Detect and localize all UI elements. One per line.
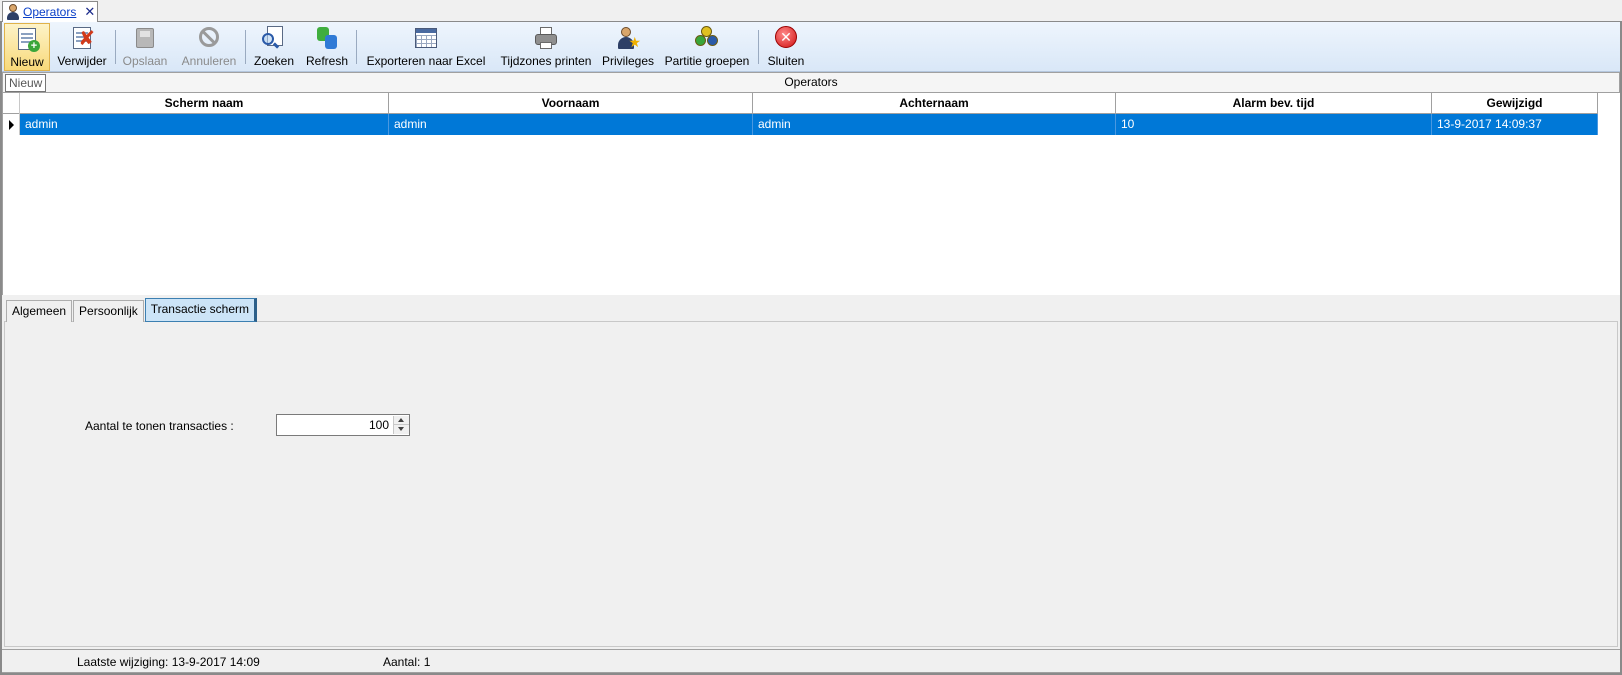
transaction-count-label: Aantal te tonen transacties : xyxy=(85,419,234,433)
document-tab-label[interactable]: Operators xyxy=(23,5,76,19)
cell-alarm-time[interactable]: 10 xyxy=(1116,114,1432,135)
cell-screen-name[interactable]: admin xyxy=(20,114,389,135)
delete-document-icon: ✘ xyxy=(69,25,95,51)
row-selector[interactable] xyxy=(2,114,20,135)
column-header-first-name[interactable]: Voornaam xyxy=(389,93,753,114)
table-row[interactable]: admin admin admin 10 13-9-2017 14:09:37 xyxy=(2,114,1598,135)
save-icon xyxy=(132,25,158,51)
stepper-down-icon[interactable] xyxy=(394,425,409,434)
print-timezones-button[interactable]: Tijdzones printen xyxy=(494,23,598,71)
user-star-icon: ★ xyxy=(615,25,641,51)
transaction-count-value[interactable]: 100 xyxy=(289,418,389,432)
row-header-corner xyxy=(2,93,20,114)
printer-icon xyxy=(533,25,559,51)
close-red-icon: ✕ xyxy=(773,25,799,51)
cell-last-name[interactable]: admin xyxy=(753,114,1116,135)
privileges-button[interactable]: ★ Privileges xyxy=(599,23,657,71)
search-icon xyxy=(261,25,287,51)
cancel-icon xyxy=(196,25,222,51)
new-button[interactable]: + Nieuw xyxy=(4,23,50,71)
column-header-last-name[interactable]: Achternaam xyxy=(753,93,1116,114)
tab-transactie-scherm[interactable]: Transactie scherm xyxy=(144,298,257,322)
user-icon xyxy=(6,4,20,20)
document-tabstrip: Operators ✕ xyxy=(0,0,1622,22)
tab-panel-transactie xyxy=(4,321,1618,647)
toolbar-separator xyxy=(758,30,759,64)
grid-header: Scherm naam Voornaam Achternaam Alarm be… xyxy=(2,93,1598,114)
grid-border xyxy=(2,93,3,295)
tab-persoonlijk[interactable]: Persoonlijk xyxy=(73,300,144,322)
save-button[interactable]: Opslaan xyxy=(120,23,170,71)
refresh-button[interactable]: Refresh xyxy=(304,23,350,71)
status-count: Aantal: 1 xyxy=(383,655,431,669)
detail-tabs: Algemeen Persoonlijk Transactie scherm xyxy=(6,297,258,322)
cell-modified[interactable]: 13-9-2017 14:09:37 xyxy=(1432,114,1598,135)
search-button[interactable]: Zoeken xyxy=(252,23,296,71)
tooltip: Nieuw xyxy=(5,74,47,92)
status-bar: Laatste wijziging: 13-9-2017 14:09 Aanta… xyxy=(2,649,1620,673)
grid-empty-area[interactable] xyxy=(2,135,1620,295)
spreadsheet-icon xyxy=(413,25,439,51)
new-document-icon: + xyxy=(14,26,40,52)
toolbar-separator xyxy=(115,30,116,64)
group-icon xyxy=(694,25,720,51)
column-header-alarm-time[interactable]: Alarm bev. tijd xyxy=(1116,93,1432,114)
toolbar-separator xyxy=(356,30,357,64)
stepper-up-icon[interactable] xyxy=(394,416,409,425)
row-pointer-icon xyxy=(9,120,14,130)
cancel-button[interactable]: Annuleren xyxy=(179,23,239,71)
stepper-buttons xyxy=(393,416,409,434)
close-icon[interactable]: ✕ xyxy=(84,4,95,20)
grid-caption: Operators xyxy=(2,72,1620,93)
refresh-icon xyxy=(314,25,340,51)
toolbar-separator xyxy=(245,30,246,64)
column-header-modified[interactable]: Gewijzigd xyxy=(1432,93,1598,114)
operators-window: Operators ✕ + Nieuw ✘ Verwijder Opslaan … xyxy=(0,0,1622,675)
status-last-change: Laatste wijziging: 13-9-2017 14:09 xyxy=(77,655,260,669)
toolbar: + Nieuw ✘ Verwijder Opslaan Annuleren Zo… xyxy=(2,22,1620,72)
cell-first-name[interactable]: admin xyxy=(389,114,753,135)
delete-button[interactable]: ✘ Verwijder xyxy=(54,23,110,71)
transaction-count-stepper[interactable]: 100 xyxy=(276,414,410,436)
document-tab-operators[interactable]: Operators ✕ xyxy=(2,1,98,22)
partition-groups-button[interactable]: Partitie groepen xyxy=(662,23,752,71)
tab-algemeen[interactable]: Algemeen xyxy=(6,300,73,322)
column-header-screen-name[interactable]: Scherm naam xyxy=(20,93,389,114)
close-button[interactable]: ✕ Sluiten xyxy=(764,23,808,71)
export-excel-button[interactable]: Exporteren naar Excel xyxy=(364,23,488,71)
